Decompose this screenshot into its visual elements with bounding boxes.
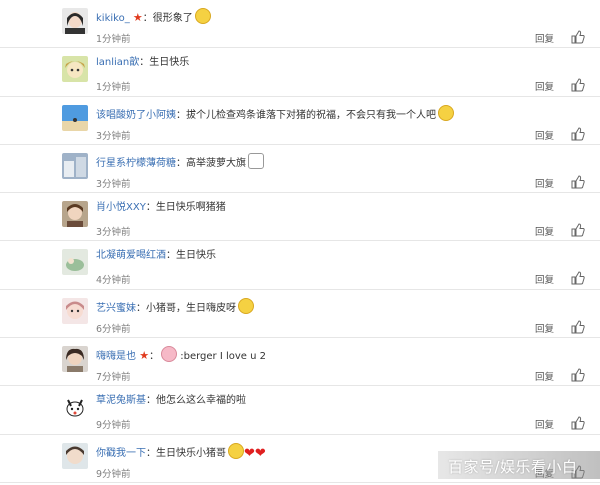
comment-item: 艺兴蜜妹：小猪哥，生日嗨皮呀 6分钟前 回复 xyxy=(0,290,600,339)
avatar[interactable] xyxy=(62,297,88,324)
thumbs-emoji-icon xyxy=(194,8,211,24)
comment-time: 3分钟前 xyxy=(96,130,131,142)
reply-button[interactable]: 回复 xyxy=(535,31,554,45)
comment-item: 嗨嗨是也 ★： :berger I love u 2 7分钟前 回复 xyxy=(0,338,600,387)
like-icon[interactable] xyxy=(571,175,585,189)
heart-icon: ❤ xyxy=(254,445,266,461)
username-link[interactable]: 肖小悦XXY xyxy=(96,202,146,213)
comment-item: lanlian歆：生日快乐 1分钟前 回复 xyxy=(0,48,600,97)
like-icon[interactable] xyxy=(571,416,585,430)
like-icon[interactable] xyxy=(571,78,585,92)
avatar[interactable] xyxy=(62,249,88,276)
vip-badge-icon: ★ xyxy=(132,11,143,24)
vip-badge-icon: ★ xyxy=(139,349,150,363)
like-icon[interactable] xyxy=(571,30,585,44)
comment-item: 该唱酸奶了小阿姨：拔个儿检查鸡条谁落下对猪的祝福，不会只有我一个人吧 3分钟前 … xyxy=(0,97,600,145)
comment-time: 9分钟前 xyxy=(96,420,131,432)
username-link[interactable]: kikiko_ xyxy=(96,13,130,24)
avatar[interactable] xyxy=(62,152,88,179)
comment-item: 草泥兔斯基：他怎么这么幸福的啦 9分钟前 回复 xyxy=(0,386,600,435)
comment-time: 1分钟前 xyxy=(96,34,131,45)
like-icon[interactable] xyxy=(571,127,585,141)
reply-button[interactable]: 回复 xyxy=(535,128,554,142)
comment-time: 9分钟前 xyxy=(96,468,131,480)
comment-time: 4分钟前 xyxy=(96,275,131,287)
heart-icon: ❤ xyxy=(244,445,255,461)
username-link[interactable]: 艺兴蜜妹 xyxy=(96,303,136,314)
comment-time: 1分钟前 xyxy=(96,82,131,94)
comment-text: :berger I love u 2 xyxy=(180,351,266,363)
comment-text: 生日快乐 xyxy=(149,57,190,69)
avatar[interactable] xyxy=(62,442,88,469)
comment-time: 3分钟前 xyxy=(96,227,131,239)
comment-item: 肖小悦XXY：生日快乐啊猪猪 3分钟前 回复 xyxy=(0,193,600,242)
username-link[interactable]: 你戳我一下 xyxy=(96,448,146,459)
comment-time: 7分钟前 xyxy=(96,372,131,384)
laughing-emoji-icon xyxy=(438,104,454,121)
like-icon[interactable] xyxy=(571,320,585,334)
reply-button[interactable]: 回复 xyxy=(535,79,554,93)
comment-list: kikiko_ ★：很形象了 1分钟前 回复 lanlian歆：生日快乐 1分钟… xyxy=(0,0,600,483)
comment-text: 小猪哥，生日嗨皮呀 xyxy=(146,302,236,314)
comment-text: 生日快乐小猪哥 xyxy=(156,447,226,459)
like-icon[interactable] xyxy=(571,368,585,382)
crying-emoji-icon xyxy=(228,442,244,459)
username-link[interactable]: lanlian歆 xyxy=(96,57,139,68)
comment-text: 拔个儿检查鸡条谁落下对猪的祝福，不会只有我一个人吧 xyxy=(186,109,436,121)
reply-button[interactable]: 回复 xyxy=(535,369,554,383)
watermark-text: 百家号/娱乐看小白 xyxy=(448,458,578,476)
comment-text: 他怎么这么幸福的啦 xyxy=(156,395,246,407)
comment-text: 生日快乐 xyxy=(176,250,216,262)
comment-time: 3分钟前 xyxy=(96,178,131,190)
comment-time: 6分钟前 xyxy=(96,323,131,335)
username-link[interactable]: 该唱酸奶了小阿姨 xyxy=(96,110,176,121)
comment-text: 生日快乐啊猪猪 xyxy=(155,202,226,214)
reply-button[interactable]: 回复 xyxy=(535,224,554,238)
reply-button[interactable]: 回复 xyxy=(535,272,554,286)
avatar[interactable] xyxy=(62,346,88,373)
avatar[interactable] xyxy=(62,8,88,34)
reply-button[interactable]: 回复 xyxy=(535,176,554,190)
comment-item: kikiko_ ★：很形象了 1分钟前 回复 xyxy=(0,0,600,49)
avatar[interactable] xyxy=(62,104,88,131)
reply-button[interactable]: 回复 xyxy=(535,417,554,431)
reply-button[interactable]: 回复 xyxy=(535,321,554,335)
comment-item: 行星系柠檬薄荷糖：高举菠萝大旗 3分钟前 回复 xyxy=(0,145,600,194)
like-icon[interactable] xyxy=(571,223,585,237)
comment-item: 北凝萌爱喝红酒：生日快乐 4分钟前 回复 xyxy=(0,241,600,290)
avatar[interactable] xyxy=(62,201,88,228)
fist-emoji-icon xyxy=(248,152,264,169)
like-icon[interactable] xyxy=(571,271,585,285)
smile-emoji-icon xyxy=(238,297,254,314)
username-link[interactable]: 草泥兔斯基 xyxy=(96,395,146,406)
pig-emoji-icon xyxy=(161,346,178,363)
comment-text: 很形象了 xyxy=(152,13,193,24)
avatar[interactable] xyxy=(62,394,88,421)
username-link[interactable]: 北凝萌爱喝红酒 xyxy=(96,250,166,261)
avatar[interactable] xyxy=(62,56,88,83)
comment-text: 高举菠萝大旗 xyxy=(186,157,246,169)
username-link[interactable]: 嗨嗨是也 xyxy=(96,351,136,362)
username-link[interactable]: 行星系柠檬薄荷糖 xyxy=(96,158,176,169)
